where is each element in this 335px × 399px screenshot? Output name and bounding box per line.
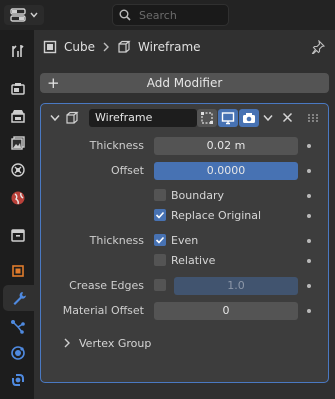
tab-scene[interactable]: [5, 157, 31, 183]
chevron-right-icon: [64, 338, 70, 348]
world-tab-icon: [11, 191, 25, 205]
constraints-tab-icon: [12, 374, 24, 386]
edit-mode-toggle[interactable]: [197, 109, 217, 127]
crease-edges-row: Crease Edges 1.0: [41, 276, 328, 296]
tab-object[interactable]: [5, 258, 31, 284]
keyframe-dot[interactable]: [307, 214, 311, 218]
camera-icon: [243, 113, 255, 123]
tool-tab-icon: [12, 45, 24, 57]
keyframe-dot[interactable]: [307, 259, 311, 263]
crease-edges-label: Crease Edges: [69, 279, 144, 292]
even-label: Even: [171, 234, 199, 247]
tab-tool[interactable]: [5, 38, 31, 64]
collection-tab-icon: [11, 229, 25, 242]
offset-row: Offset 0.0000: [41, 161, 328, 181]
render-tab-icon: [11, 83, 25, 95]
wireframe-modifier-panel: Wireframe Thickness 0.02 m Offset 0.0000: [40, 103, 329, 383]
vertex-group-label: Vertex Group: [79, 336, 152, 350]
chevron-right-icon: [103, 42, 109, 52]
modifier-tab-icon: [13, 292, 26, 305]
physics-tab-icon: [11, 346, 25, 360]
checkmark-icon: [155, 236, 165, 244]
tab-view-layer[interactable]: [5, 130, 31, 156]
material-offset-label: Material Offset: [62, 304, 144, 317]
thickness-row: Thickness 0.02 m: [41, 136, 328, 156]
keyframe-dot[interactable]: [307, 239, 311, 243]
crease-weight-field[interactable]: 1.0: [174, 277, 298, 295]
tab-physics[interactable]: [5, 340, 31, 366]
monitor-icon: [221, 112, 235, 125]
viewport-display-toggle[interactable]: [218, 109, 238, 127]
tab-modifiers[interactable]: [3, 285, 34, 311]
keyframe-dot[interactable]: [307, 194, 311, 198]
search-icon: [119, 9, 131, 21]
breadcrumb-object: Cube: [64, 40, 95, 54]
replace-original-row: Replace Original: [41, 206, 328, 226]
thickness-label: Thickness: [89, 139, 144, 152]
scene-tab-icon: [11, 163, 25, 177]
object-tab-icon: [12, 265, 24, 277]
render-toggle[interactable]: [239, 109, 259, 127]
plus-icon: +: [47, 74, 60, 92]
search-input[interactable]: Search: [112, 4, 229, 26]
view-layer-tab-icon: [11, 136, 25, 150]
pin-icon[interactable]: [311, 40, 325, 54]
tab-render[interactable]: [5, 76, 31, 102]
boundary-checkbox[interactable]: [154, 189, 166, 201]
tab-world[interactable]: [5, 185, 31, 211]
drag-handle-icon[interactable]: [307, 113, 319, 123]
modifier-header: Wireframe: [41, 104, 328, 130]
boundary-label: Boundary: [171, 189, 224, 202]
close-icon[interactable]: [282, 112, 293, 123]
breadcrumb-modifier: Wireframe: [137, 40, 201, 54]
edit-mode-icon: [201, 112, 213, 124]
tab-collection[interactable]: [5, 222, 31, 248]
thickness-field[interactable]: 0.02 m: [154, 137, 298, 155]
checkmark-icon: [155, 211, 165, 219]
relative-label: Relative: [171, 254, 216, 267]
properties-editor-icon: [10, 8, 26, 22]
search-placeholder: Search: [139, 8, 177, 22]
properties-tabs: [0, 30, 34, 399]
tab-output[interactable]: [5, 103, 31, 129]
crease-edges-checkbox[interactable]: [154, 279, 166, 291]
offset-label: Offset: [110, 164, 144, 177]
add-modifier-button[interactable]: + Add Modifier: [40, 73, 329, 93]
replace-original-checkbox[interactable]: [154, 209, 166, 221]
tab-particles[interactable]: [5, 314, 31, 340]
thickness-mode-label: Thickness: [89, 234, 144, 247]
particles-tab-icon: [11, 320, 25, 334]
editor-type-selector[interactable]: [4, 5, 44, 25]
relative-checkbox[interactable]: [154, 254, 166, 266]
add-modifier-label: Add Modifier: [146, 76, 223, 90]
boundary-row: Boundary: [41, 186, 328, 206]
chevron-down-icon[interactable]: [263, 114, 273, 122]
vertex-group-subpanel[interactable]: Vertex Group: [41, 332, 328, 354]
object-icon: [43, 40, 57, 54]
keyframe-dot[interactable]: [307, 284, 311, 288]
wireframe-modifier-icon: [118, 40, 131, 53]
keyframe-dot[interactable]: [307, 309, 311, 313]
top-bar: Search: [0, 0, 335, 30]
modifier-name-field[interactable]: Wireframe: [89, 109, 197, 127]
chevron-down-icon: [30, 12, 38, 18]
modifier-properties-panel: Cube Wireframe + Add Modifier Wireframe: [34, 30, 335, 399]
replace-original-label: Replace Original: [171, 209, 262, 222]
output-tab-icon: [11, 110, 25, 123]
tab-constraints[interactable]: [5, 367, 31, 393]
collapse-chevron-icon[interactable]: [50, 114, 60, 122]
keyframe-dot[interactable]: [307, 144, 311, 148]
material-offset-row: Material Offset 0: [41, 301, 328, 321]
breadcrumb: Cube Wireframe: [34, 30, 335, 64]
relative-row: Relative: [41, 251, 328, 271]
even-checkbox[interactable]: [154, 234, 166, 246]
thickness-even-row: Thickness Even: [41, 231, 328, 251]
material-offset-field[interactable]: 0: [154, 302, 298, 320]
wireframe-modifier-icon: [66, 111, 79, 124]
offset-slider[interactable]: 0.0000: [154, 162, 298, 180]
keyframe-dot[interactable]: [307, 169, 311, 173]
